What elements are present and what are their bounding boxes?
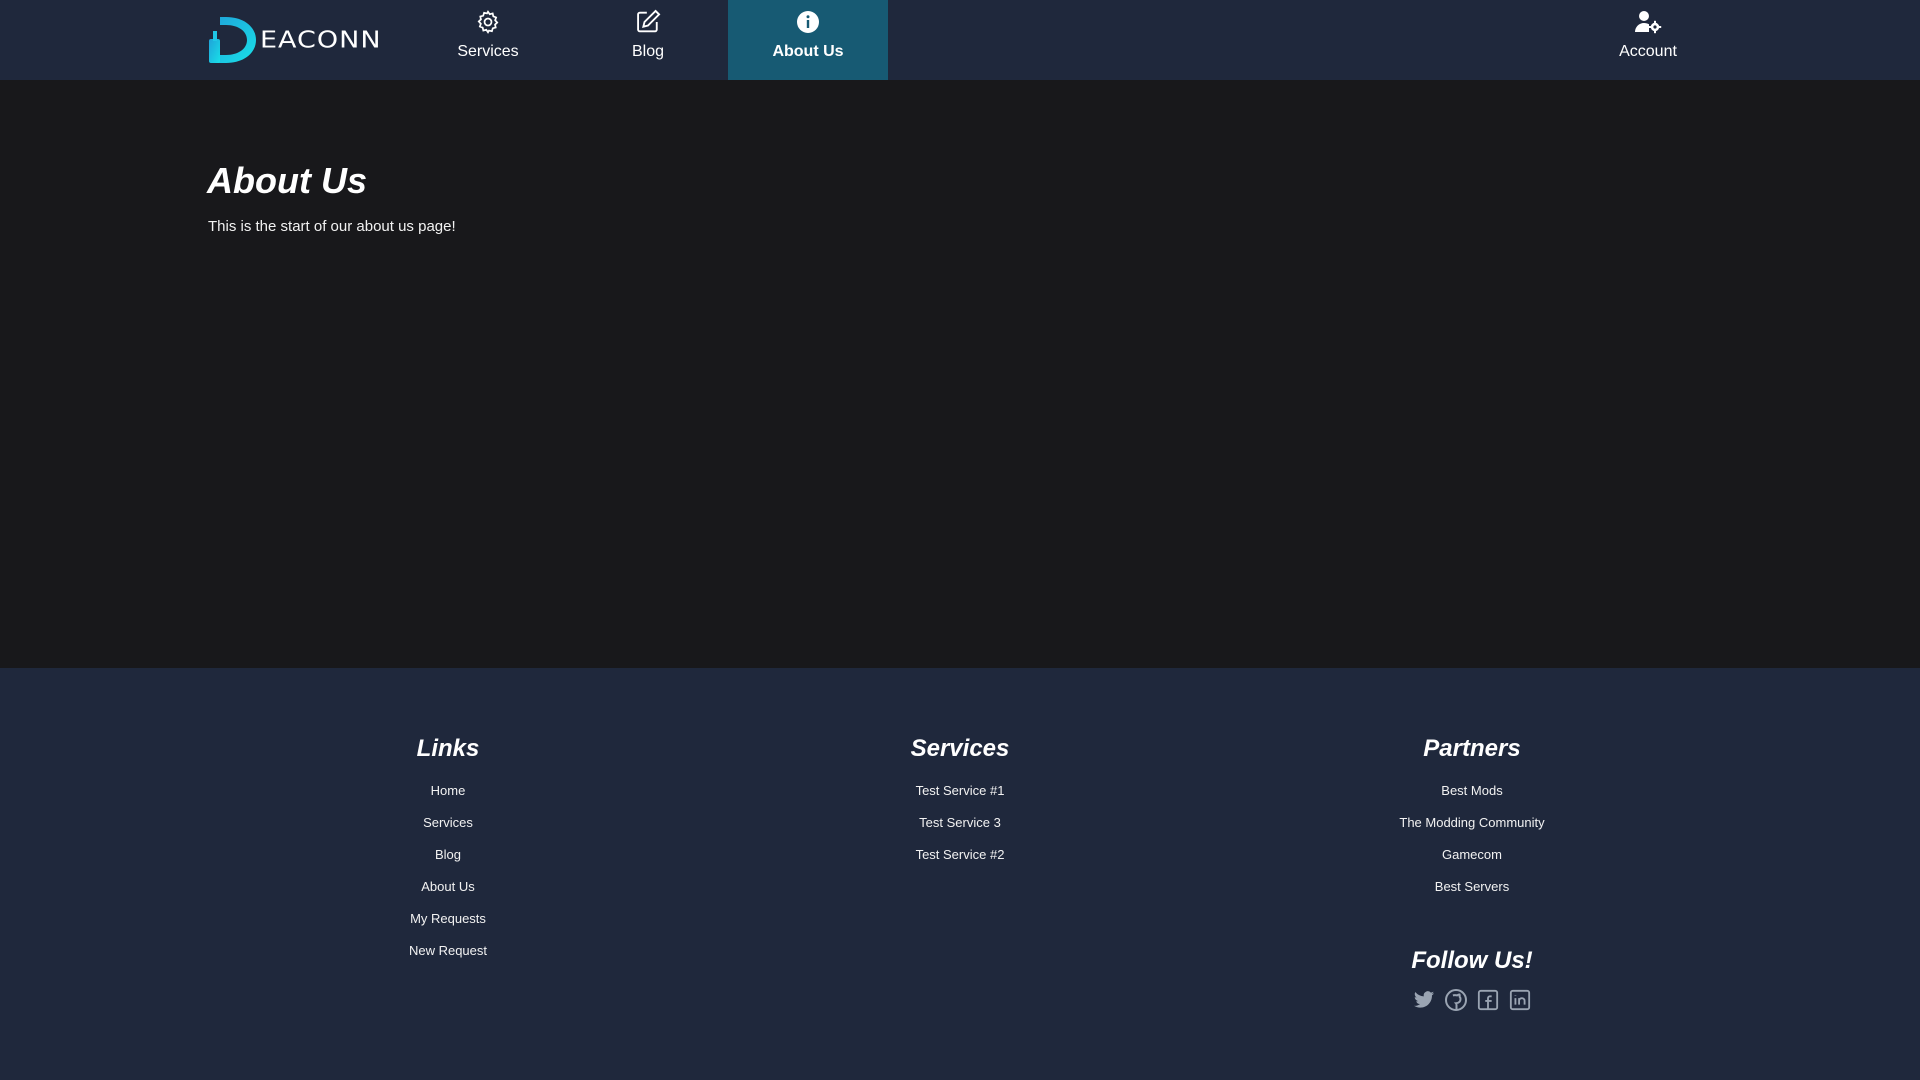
edit-icon: [634, 8, 662, 36]
info-icon: [796, 8, 820, 36]
footer-partner-link[interactable]: Gamecom: [1272, 839, 1672, 871]
footer-link-home[interactable]: Home: [248, 775, 648, 807]
user-settings-icon: [1634, 8, 1662, 36]
nav-account-label: Account: [1619, 43, 1677, 60]
footer-link-about-us[interactable]: About Us: [248, 871, 648, 903]
nav-services[interactable]: Services: [408, 0, 568, 80]
footer-partner-link[interactable]: Best Servers: [1272, 871, 1672, 903]
main-content: About Us This is the start of our about …: [0, 80, 1920, 668]
footer-service-link[interactable]: Test Service #1: [760, 775, 1160, 807]
intro-text: This is the start of our about us page!: [208, 218, 456, 235]
footer-link-new-request[interactable]: New Request: [248, 935, 648, 967]
footer-services-column: Services Test Service #1 Test Service 3 …: [760, 734, 1160, 871]
page-title: About Us: [207, 160, 367, 201]
nav-blog[interactable]: Blog: [568, 0, 728, 80]
facebook-icon[interactable]: [1476, 988, 1500, 1012]
footer-partners-column: Partners Best Mods The Modding Community…: [1272, 734, 1672, 903]
footer-links-heading: Links: [416, 735, 480, 762]
nav-about-us-label: About Us: [772, 43, 844, 60]
gear-icon: [475, 8, 501, 36]
brand-name: EACONN: [260, 26, 382, 54]
footer-service-link[interactable]: Test Service 3: [760, 807, 1160, 839]
social-links: [1272, 988, 1672, 1012]
linkedin-icon[interactable]: [1508, 988, 1532, 1012]
follow-us-section: Follow Us!: [1272, 946, 1672, 1012]
nav-blog-label: Blog: [631, 43, 665, 60]
footer-partners-heading: Partners: [1423, 735, 1521, 762]
footer: Links Home Services Blog About Us My Req…: [0, 668, 1920, 1080]
follow-us-heading: Follow Us!: [1411, 947, 1533, 974]
nav-services-label: Services: [457, 43, 519, 60]
footer-link-blog[interactable]: Blog: [248, 839, 648, 871]
footer-partner-link[interactable]: The Modding Community: [1272, 807, 1672, 839]
nav-account[interactable]: Account: [1568, 0, 1728, 80]
twitter-icon[interactable]: [1412, 988, 1436, 1012]
footer-services-heading: Services: [910, 735, 1010, 762]
footer-link-services[interactable]: Services: [248, 807, 648, 839]
footer-service-link[interactable]: Test Service #2: [760, 839, 1160, 871]
footer-partner-link[interactable]: Best Mods: [1272, 775, 1672, 807]
logo-d-icon: [209, 17, 256, 63]
top-navbar: EACONN Services Blog About Us Account: [0, 0, 1920, 80]
nav-about-us[interactable]: About Us: [728, 0, 888, 80]
footer-links-column: Links Home Services Blog About Us My Req…: [248, 734, 648, 967]
github-icon[interactable]: [1444, 988, 1468, 1012]
brand-logo[interactable]: EACONN: [206, 14, 396, 66]
footer-link-my-requests[interactable]: My Requests: [248, 903, 648, 935]
